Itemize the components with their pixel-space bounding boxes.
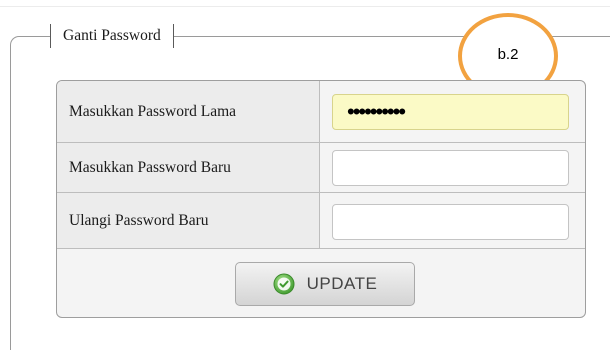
check-circle-icon: [273, 273, 295, 295]
fieldset-legend: Ganti Password: [50, 24, 174, 48]
update-button[interactable]: UPDATE: [235, 262, 415, 306]
annotation-label: b.2: [497, 45, 519, 63]
confirm-password-label: Ulangi Password Baru: [57, 193, 320, 248]
new-password-field[interactable]: [332, 150, 569, 186]
old-password-field[interactable]: [332, 94, 569, 130]
new-password-label: Masukkan Password Baru: [57, 143, 320, 192]
legend-title: Ganti Password: [63, 27, 161, 44]
confirm-password-field[interactable]: [332, 204, 569, 240]
change-password-form: Masukkan Password Lama Masukkan Password…: [56, 80, 586, 318]
update-button-label: UPDATE: [306, 274, 378, 293]
form-row-confirm-password: Ulangi Password Baru: [57, 193, 585, 249]
top-divider: [0, 6, 610, 7]
old-password-label: Masukkan Password Lama: [57, 81, 320, 142]
form-row-old-password: Masukkan Password Lama: [57, 81, 585, 143]
form-row-new-password: Masukkan Password Baru: [57, 143, 585, 193]
